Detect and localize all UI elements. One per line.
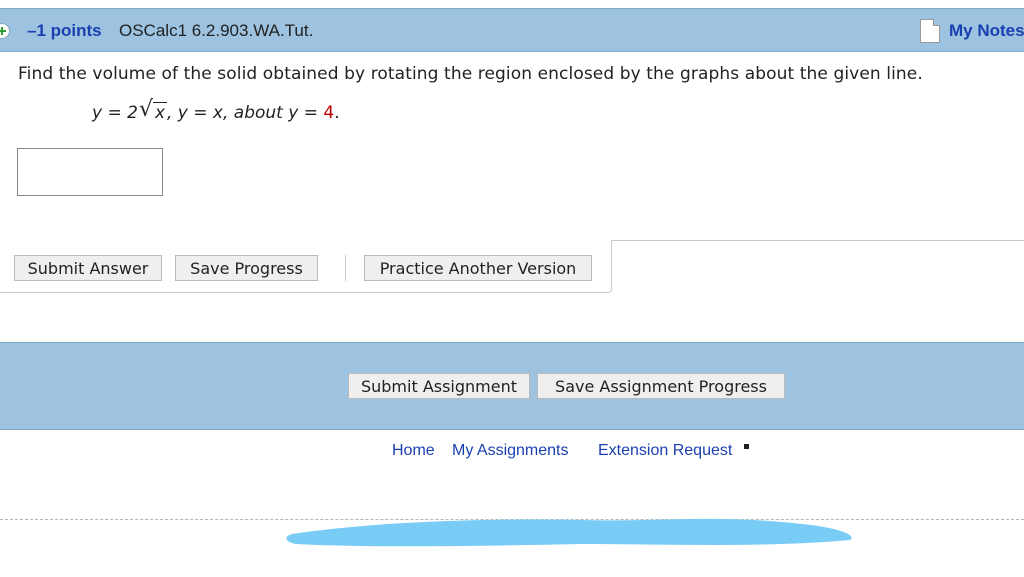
note-icon (920, 19, 940, 43)
external-link-icon (744, 444, 749, 449)
assignment-bar: Submit Assignment Save Assignment Progre… (0, 342, 1024, 430)
answer-input[interactable] (17, 148, 163, 196)
save-assignment-progress-button[interactable]: Save Assignment Progress (537, 373, 785, 399)
submit-assignment-button[interactable]: Submit Assignment (348, 373, 530, 399)
points-label: –1 points (27, 21, 102, 40)
my-assignments-link[interactable]: My Assignments (452, 442, 568, 460)
question-header-bar: –1 points OSCalc1 6.2.903.WA.Tut. My Not… (0, 8, 1024, 52)
home-link[interactable]: Home (392, 442, 435, 460)
radicand: x (152, 102, 167, 123)
submit-answer-button[interactable]: Submit Answer (14, 255, 162, 281)
plus-icon[interactable] (0, 23, 10, 39)
my-notes-label: My Notes (949, 21, 1024, 40)
square-root: √ x (138, 97, 167, 123)
redaction-scribble (286, 518, 852, 547)
question-code: OSCalc1 6.2.903.WA.Tut. (119, 21, 314, 40)
panel-divider-line (611, 240, 1024, 241)
my-notes-button[interactable]: My Notes (920, 18, 1024, 44)
rotation-line-value: 4 (323, 103, 335, 123)
question-equation: y = 2 √ x, y = x, about y = 4. (92, 97, 340, 123)
save-progress-button[interactable]: Save Progress (175, 255, 318, 281)
equation-part-1: y = 2 (92, 103, 138, 123)
equation-part-2: , y = x, about y = (167, 103, 324, 123)
extension-request-link[interactable]: Extension Request (598, 442, 732, 460)
equation-end: . (334, 103, 340, 123)
practice-another-version-button[interactable]: Practice Another Version (364, 255, 592, 281)
button-divider (345, 255, 346, 281)
question-prompt: Find the volume of the solid obtained by… (18, 64, 923, 84)
